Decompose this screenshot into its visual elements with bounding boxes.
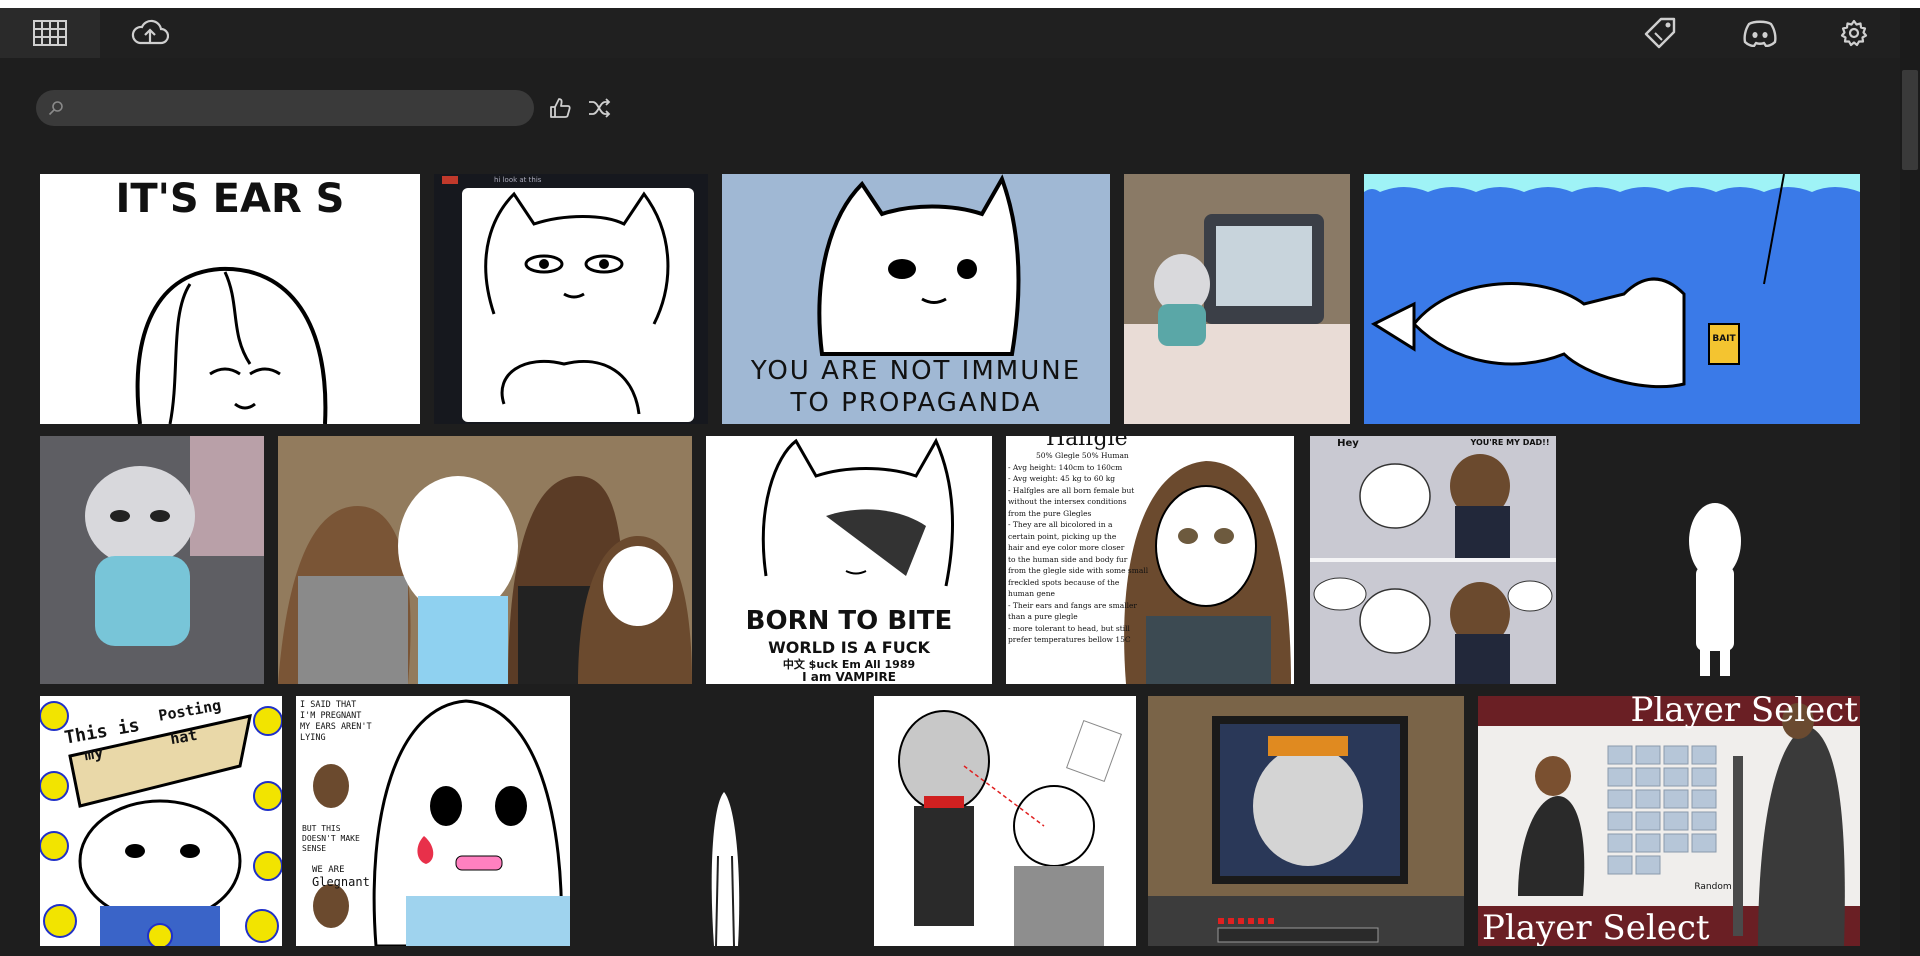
caption-born-to-bite: BORN TO BITE [745, 606, 953, 636]
fact-line: prefer temperatures bellow 15C [1008, 635, 1131, 644]
gallery-tile-1[interactable]: IT'S EAR S [40, 174, 420, 424]
gallery-tile-13[interactable]: I SAID THAT I'M PREGNANT MY EARS AREN'T … [296, 696, 570, 946]
fact-line: - They are all bicolored in a [1008, 520, 1113, 529]
caption-vampire: I am VAMPIRE [802, 670, 896, 684]
bait-label: BAIT [1712, 334, 1736, 344]
speech-hey: Hey [1337, 438, 1359, 449]
gallery-tile-6[interactable] [40, 436, 264, 684]
glegnant-text-bottom: WE ARE Glegnant [312, 864, 382, 888]
comic-line: Glegnant [312, 875, 370, 889]
scrollbar-thumb[interactable] [1902, 70, 1918, 170]
fact-line: from the pure Glegles [1008, 508, 1092, 518]
comic-line: SENSE [302, 844, 327, 853]
comic-line: LYING [300, 733, 326, 743]
drawing-group-four [278, 436, 692, 684]
gallery-tile-2[interactable]: hi look at this [434, 174, 708, 424]
fact-line: - Halfgles are all born female but [1008, 485, 1135, 495]
drawing-two-characters [874, 696, 1136, 946]
cloud-upload-icon [131, 19, 169, 45]
screenshot-post-cat-drawing [434, 174, 708, 424]
photo-plush-hoodie [40, 436, 264, 684]
gallery-tile-9[interactable]: Halfgle 50% Glegle 50% Human - Avg heigh… [1006, 436, 1294, 684]
grid-view-button[interactable] [0, 8, 100, 58]
player-select-top: Player Select [1630, 696, 1858, 730]
halfgle-facts: 50% Glegle 50% Human - Avg height: 140cm… [1008, 450, 1149, 646]
gallery-tile-4[interactable] [1124, 174, 1350, 424]
caption-its-ears: IT'S EAR S [115, 176, 345, 222]
glegnant-text-mid: BUT THIS DOESN'T MAKE SENSE [302, 824, 372, 854]
fact-line: - more tolerant to head, but still [1008, 623, 1130, 633]
gear-icon [1840, 19, 1868, 47]
minecraft-painting-screenshot [1148, 696, 1464, 946]
discord-button[interactable] [1730, 8, 1790, 58]
caption-immune: YOU ARE NOT IMMUNE [750, 356, 1082, 386]
shuffle-icon [589, 98, 611, 118]
comic-line: DOESN'T MAKE [302, 834, 360, 843]
comic-line: BUT THIS [302, 824, 341, 833]
fact-line: freckled spots because of the [1008, 577, 1120, 587]
halfgle-subtitle: 50% Glegle 50% Human [1036, 451, 1129, 460]
comic-line: I'M PREGNANT [300, 711, 362, 721]
drawing-fish-bait [1364, 174, 1860, 424]
fact-line: without the intersex conditions [1008, 497, 1127, 506]
gallery-tile-11[interactable] [1570, 436, 1860, 684]
search-input[interactable] [70, 92, 524, 124]
fact-line: - Avg height: 140cm to 160cm [1008, 462, 1123, 472]
gallery-tile-8[interactable]: BORN TO BITE WORLD IS A FUCK 中文 $uck Em … [706, 436, 992, 684]
caption-propaganda: TO PROPAGANDA [790, 388, 1042, 418]
photo-plush-tv [1124, 174, 1350, 424]
gallery-tile-15[interactable] [874, 696, 1136, 946]
window-top-edge [0, 0, 1920, 8]
comic-line: MY EARS AREN'T [300, 722, 372, 732]
drawing-propaganda [722, 174, 1110, 424]
random-label: Random [1694, 882, 1732, 892]
upload-button[interactable] [120, 8, 180, 58]
glegnant-text-top: I SAID THAT I'M PREGNANT MY EARS AREN'T … [300, 700, 380, 744]
gallery-tile-16[interactable] [1148, 696, 1464, 946]
shuffle-button[interactable] [586, 94, 614, 122]
gallery-tile-7[interactable] [278, 436, 692, 684]
grid-icon [33, 20, 67, 46]
gallery-tile-17[interactable]: Player Select Player Select Random [1478, 696, 1860, 946]
comic-line: I SAID THAT [300, 700, 357, 710]
fact-line: hair and eye color more closer [1008, 543, 1125, 552]
top-toolbar [0, 8, 1900, 58]
drawing-tall-figure [584, 696, 872, 946]
fact-line: than a pure glegle [1008, 612, 1078, 621]
thumbs-up-icon [550, 98, 571, 118]
halfgle-title: Halfgle [1046, 436, 1128, 451]
fact-line: from the glegle side with some small [1008, 566, 1149, 575]
player-select-bottom: Player Select [1482, 908, 1710, 946]
fact-line: - Avg weight: 45 kg to 60 kg [1008, 474, 1116, 483]
like-filter-button[interactable] [546, 94, 574, 122]
speech-dad: YOU'RE MY DAD!! [1470, 438, 1550, 447]
tags-button[interactable] [1630, 8, 1690, 58]
gallery-tile-5[interactable]: BAIT [1364, 174, 1860, 424]
gallery-tile-14[interactable] [584, 696, 872, 946]
search-row [36, 89, 614, 127]
gallery-tile-10[interactable]: Hey YOU'RE MY DAD!! [1310, 436, 1556, 684]
fact-line: - Their ears and fangs are smaller [1008, 600, 1138, 610]
caption-world: WORLD IS A FUCK [768, 638, 930, 657]
search-icon [48, 101, 63, 116]
drawing-standing-figure [1570, 436, 1860, 684]
fact-line: human gene [1008, 589, 1055, 598]
gallery-tile-12[interactable]: This is my Posting hat [40, 696, 282, 946]
fact-line: to the human side and body fur [1008, 554, 1128, 564]
settings-button[interactable] [1824, 8, 1884, 58]
gallery-tile-3[interactable]: YOU ARE NOT IMMUNE TO PROPAGANDA [722, 174, 1110, 424]
post-text: hi look at this [494, 176, 542, 184]
tag-icon [1644, 17, 1676, 49]
search-box [36, 90, 534, 126]
fact-line: certain point, picking up the [1008, 531, 1117, 541]
page-scrollbar[interactable] [1900, 8, 1920, 956]
comic-you-are-my-dad [1310, 436, 1556, 684]
discord-icon [1743, 20, 1777, 47]
